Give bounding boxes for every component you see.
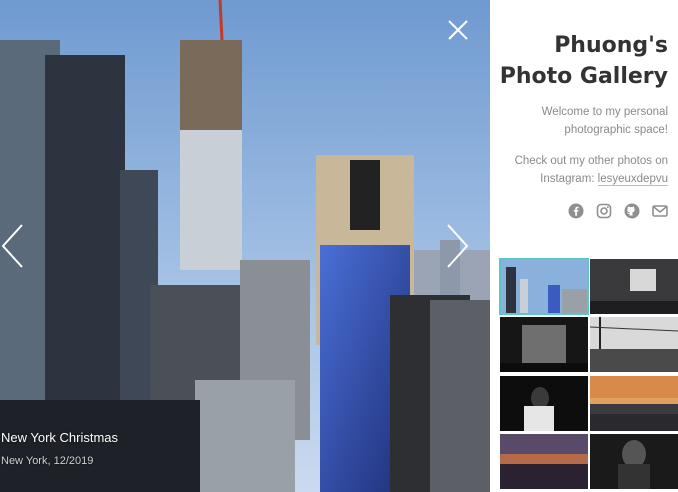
thumbnail-6[interactable] <box>590 376 678 431</box>
chevron-left-icon[interactable] <box>0 222 26 270</box>
thumbnail-1[interactable] <box>499 258 589 315</box>
gallery-title: Phuong's Photo Gallery <box>498 30 668 92</box>
instagram-note: Check out my other photos on Instagram: … <box>492 152 668 188</box>
thumbnail-3[interactable] <box>500 317 588 372</box>
close-icon[interactable] <box>446 18 470 42</box>
instagram-handle-link[interactable]: lesyeuxdepvu <box>597 173 668 186</box>
gallery-intro: Welcome to my personal photographic spac… <box>498 103 668 139</box>
social-icons <box>568 203 668 219</box>
chevron-right-icon[interactable] <box>444 222 470 270</box>
thumbnail-2[interactable] <box>590 259 678 314</box>
github-icon[interactable] <box>624 203 640 219</box>
instagram-icon[interactable] <box>596 203 612 219</box>
insta-prefix: Instagram: <box>540 173 598 185</box>
gallery-title-line1: Phuong's <box>554 33 668 58</box>
thumbnail-4[interactable] <box>590 317 678 372</box>
main-photo <box>0 0 490 492</box>
photo-caption-subtitle: New York, 12/2019 <box>1 455 94 467</box>
thumbnail-7[interactable] <box>500 434 588 489</box>
insta-line2: Instagram: lesyeuxdepvu <box>492 170 668 188</box>
insta-line1: Check out my other photos on <box>514 155 668 167</box>
intro-line2: photographic space! <box>564 124 668 136</box>
thumbnail-5[interactable] <box>500 376 588 431</box>
thumbnail-8[interactable] <box>590 434 678 489</box>
photo-caption-title: New York Christmas <box>1 430 119 445</box>
photo-viewer: New York Christmas New York, 12/2019 <box>0 0 490 492</box>
facebook-icon[interactable] <box>568 203 584 219</box>
gallery-title-line2: Photo Gallery <box>499 64 668 89</box>
intro-line1: Welcome to my personal <box>541 106 668 118</box>
email-icon[interactable] <box>652 203 668 219</box>
